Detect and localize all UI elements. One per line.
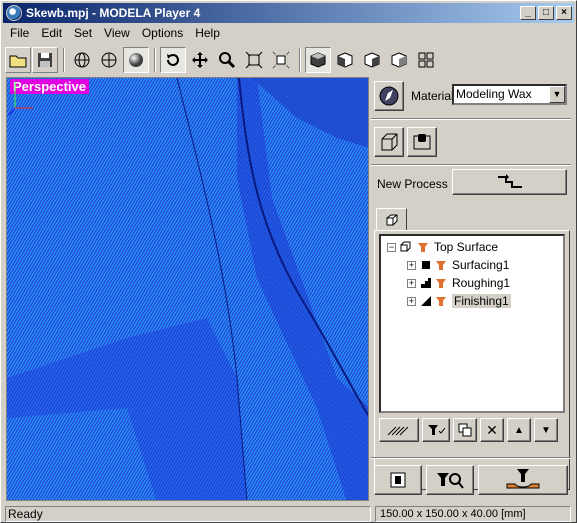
new-process-button[interactable]	[452, 169, 567, 195]
tree-root-label: Top Surface	[434, 240, 499, 254]
zoom-icon[interactable]	[214, 47, 240, 73]
compass-icon	[379, 86, 399, 106]
box-icon	[381, 133, 398, 151]
expand-icon[interactable]: +	[407, 260, 416, 270]
tool-icon	[436, 297, 446, 306]
divider	[371, 457, 571, 459]
new-process-icon	[497, 174, 522, 188]
model-button[interactable]	[407, 127, 437, 157]
tool-icon	[436, 279, 446, 288]
simulate-button[interactable]	[426, 465, 474, 495]
surfacing-mark-icon	[422, 261, 430, 269]
toolbar-separator	[299, 48, 301, 72]
material-button[interactable]	[374, 81, 404, 111]
tool-settings-button[interactable]	[422, 418, 450, 442]
fit-view-icon[interactable]	[241, 47, 267, 73]
view-side-icon[interactable]	[359, 47, 385, 73]
material-select[interactable]: Modeling Wax ▼	[452, 84, 567, 105]
expand-icon[interactable]: +	[407, 296, 416, 306]
divider	[371, 118, 571, 120]
menu-file[interactable]: File	[3, 25, 34, 43]
axis-triad-icon	[8, 82, 33, 116]
tree-item-finishing[interactable]: + Finishing1	[407, 292, 511, 310]
model-icon	[413, 134, 431, 150]
menu-view[interactable]: View	[97, 25, 135, 43]
tool-icon	[436, 261, 446, 270]
menu-options[interactable]: Options	[135, 25, 188, 43]
view-multi-icon[interactable]	[413, 47, 439, 73]
process-panel: Material Modeling Wax ▼ New Process − To…	[371, 77, 574, 501]
menu-bar: File Edit Set View Options Help	[3, 25, 225, 43]
copy-process-button[interactable]	[453, 418, 477, 442]
move-down-button[interactable]: ▼	[534, 418, 558, 442]
preview-icon	[390, 472, 406, 488]
minimize-button[interactable]: _	[520, 6, 536, 20]
edit-paths-button[interactable]	[379, 418, 419, 442]
roughing-mark-icon	[421, 278, 431, 288]
open-folder-icon[interactable]	[5, 47, 31, 73]
axis-sphere-icon[interactable]	[96, 47, 122, 73]
preview-button[interactable]	[374, 465, 422, 495]
maximize-button[interactable]: □	[538, 6, 554, 20]
view-back-icon[interactable]	[386, 47, 412, 73]
material-value: Modeling Wax	[456, 87, 532, 101]
workpiece-button[interactable]	[374, 127, 404, 157]
close-button[interactable]: ×	[556, 6, 572, 20]
menu-set[interactable]: Set	[67, 25, 97, 43]
tool-check-icon	[428, 425, 446, 435]
move-up-button[interactable]: ▲	[507, 418, 531, 442]
cutting-icon	[506, 469, 540, 489]
tree-item-surfacing[interactable]: + Surfacing1	[407, 256, 509, 274]
toolbar-separator	[63, 48, 65, 72]
window-title: Skewb.mpj - MODELA Player 4	[26, 6, 201, 20]
rotate-icon[interactable]	[160, 47, 186, 73]
app-window: Skewb.mpj - MODELA Player 4 _ □ × File E…	[0, 0, 577, 523]
finishing-mark-icon	[421, 296, 431, 306]
view-iso-icon[interactable]	[305, 47, 331, 73]
tool-search-icon	[437, 473, 464, 489]
workpiece-size: 150.00 x 150.00 x 40.00 [mm]	[375, 506, 571, 522]
toolpath-render	[7, 78, 368, 500]
pan-icon[interactable]	[187, 47, 213, 73]
tool-icon	[418, 243, 428, 252]
cube-icon	[400, 241, 411, 252]
tree-item-label: Surfacing1	[452, 258, 510, 272]
toolbar-separator	[154, 48, 156, 72]
save-icon[interactable]	[32, 47, 58, 73]
tree-frame: − Top Surface + Surfacing1 + Roughing1 +…	[374, 230, 570, 490]
new-process-label: New Process	[377, 177, 448, 191]
tab-process-tree[interactable]	[376, 208, 407, 231]
toolbar	[5, 45, 440, 75]
wire-sphere-icon[interactable]	[69, 47, 95, 73]
expand-icon[interactable]: +	[407, 278, 416, 288]
3d-viewport[interactable]: Perspective	[6, 77, 369, 501]
copy-icon	[458, 423, 472, 437]
tree-item-label: Finishing1	[452, 294, 511, 308]
shaded-sphere-icon[interactable]	[123, 47, 149, 73]
process-tree: − Top Surface + Surfacing1 + Roughing1 +…	[379, 234, 565, 413]
tree-root-row[interactable]: − Top Surface	[387, 238, 498, 256]
tree-item-roughing[interactable]: + Roughing1	[407, 274, 510, 292]
menu-help[interactable]: Help	[188, 25, 225, 43]
material-label: Material	[411, 89, 454, 103]
divider	[371, 164, 571, 166]
cut-button[interactable]	[478, 465, 568, 495]
zoom-box-icon[interactable]	[268, 47, 294, 73]
cube-icon	[386, 214, 397, 226]
view-front-icon[interactable]	[332, 47, 358, 73]
status-text: Ready	[5, 506, 371, 522]
collapse-icon[interactable]: −	[387, 242, 396, 252]
app-icon	[6, 5, 22, 21]
toolpath-icon	[387, 426, 409, 436]
menu-edit[interactable]: Edit	[34, 25, 67, 43]
delete-process-button[interactable]: ✕	[480, 418, 504, 442]
status-bar: Ready 150.00 x 150.00 x 40.00 [mm]	[3, 504, 574, 522]
tree-item-label: Roughing1	[452, 276, 511, 290]
title-bar: Skewb.mpj - MODELA Player 4 _ □ ×	[3, 3, 574, 23]
chevron-down-icon[interactable]: ▼	[549, 86, 565, 103]
